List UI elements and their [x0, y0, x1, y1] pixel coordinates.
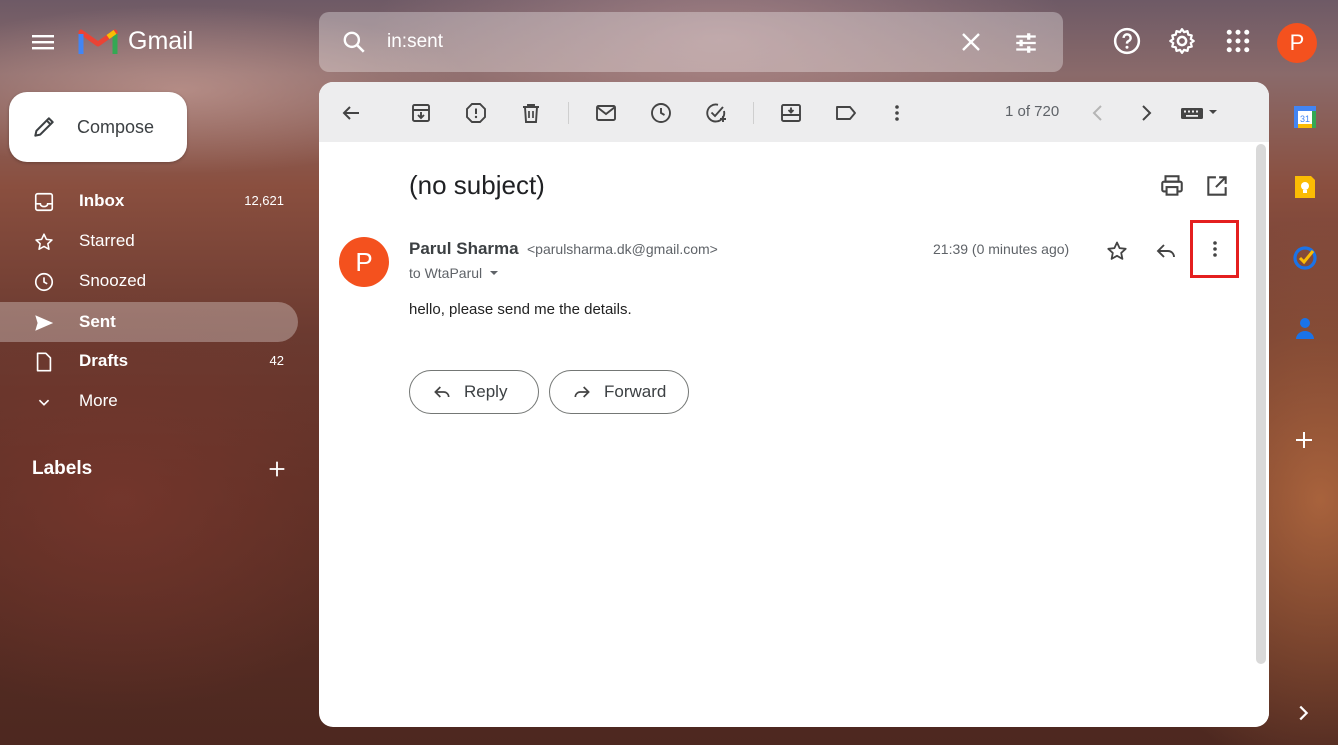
highlight-box: [1190, 220, 1239, 278]
help-button[interactable]: [1112, 26, 1142, 56]
inbox-icon: [34, 192, 54, 212]
nav-item-snoozed[interactable]: Snoozed: [0, 261, 298, 301]
contacts-app-button[interactable]: [1292, 315, 1318, 341]
chevron-right-icon[interactable]: [1134, 101, 1158, 125]
nav-label: Inbox: [79, 191, 125, 210]
calendar-app-button[interactable]: 31: [1292, 104, 1318, 130]
reply-arrow-icon: [434, 386, 450, 398]
nav-item-drafts[interactable]: Drafts 42: [0, 341, 298, 381]
plus-icon: [269, 461, 285, 477]
message-body: hello, please send me the details.: [409, 301, 632, 318]
toolbar-divider: [568, 102, 569, 124]
nav-label: Starred: [79, 231, 135, 250]
tasks-app-button[interactable]: [1292, 245, 1318, 271]
app-name: Gmail: [128, 26, 194, 55]
sender-email: <parulsharma.dk@gmail.com>: [527, 241, 718, 257]
gear-icon: [1169, 28, 1195, 54]
report-spam-icon[interactable]: [464, 101, 488, 125]
message-toolbar: 1 of 720: [319, 82, 1269, 142]
plus-icon: [1296, 432, 1312, 448]
settings-button[interactable]: [1167, 26, 1197, 56]
gmail-logo[interactable]: Gmail: [78, 26, 193, 56]
more-vertical-icon[interactable]: [885, 101, 909, 125]
delete-icon[interactable]: [519, 101, 543, 125]
draft-icon: [36, 352, 52, 372]
keep-icon: [1295, 176, 1315, 198]
send-icon: [35, 315, 54, 331]
forward-arrow-icon: [574, 386, 590, 398]
reply-label: Reply: [464, 382, 508, 401]
add-label-button[interactable]: [266, 458, 288, 480]
menu-icon: [32, 35, 54, 50]
sender-name[interactable]: Parul Sharma: [409, 239, 519, 259]
message-subject: (no subject): [409, 170, 545, 200]
nav-count: 12,621: [244, 193, 284, 208]
nav-item-more[interactable]: More: [0, 381, 298, 421]
clock-icon: [34, 272, 54, 292]
labels-heading: Labels: [32, 458, 93, 479]
apps-button[interactable]: [1223, 26, 1253, 56]
archive-icon[interactable]: [409, 101, 433, 125]
get-addons-button[interactable]: [1292, 428, 1318, 454]
nav-item-inbox[interactable]: Inbox 12,621: [0, 181, 298, 221]
caret-down-icon[interactable]: [488, 267, 500, 279]
svg-text:31: 31: [1300, 114, 1310, 124]
add-to-tasks-icon[interactable]: [704, 101, 728, 125]
gmail-m-icon: [78, 29, 118, 54]
chevron-left-icon[interactable]: [1086, 101, 1110, 125]
nav-count: 42: [269, 353, 284, 368]
chevron-down-icon: [38, 399, 50, 406]
snooze-clock-icon[interactable]: [649, 101, 673, 125]
calendar-icon: 31: [1294, 106, 1316, 128]
nav-label: Sent: [79, 312, 116, 331]
forward-button[interactable]: Forward: [549, 370, 689, 414]
tasks-icon: [1293, 246, 1317, 270]
main-menu-button[interactable]: [28, 28, 60, 56]
back-arrow-icon[interactable]: [339, 101, 363, 125]
open-in-new-window-icon[interactable]: [1204, 173, 1230, 199]
search-input[interactable]: [387, 31, 907, 53]
star-icon: [35, 233, 53, 251]
recipient-details[interactable]: to WtaParul: [409, 265, 500, 281]
show-side-panel-button[interactable]: [1292, 702, 1318, 728]
contacts-icon: [1296, 318, 1314, 339]
keyboard-icon[interactable]: [1179, 101, 1219, 125]
account-avatar[interactable]: P: [1277, 23, 1317, 63]
mark-unread-icon[interactable]: [594, 101, 618, 125]
pagination-count: 1 of 720: [1005, 103, 1060, 120]
star-message-icon[interactable]: [1105, 239, 1129, 263]
keep-app-button[interactable]: [1292, 174, 1318, 200]
recipient-label: to WtaParul: [409, 265, 483, 281]
print-icon[interactable]: [1159, 173, 1185, 199]
nav-label: Snoozed: [79, 271, 147, 290]
nav-label: More: [79, 391, 118, 410]
search-bar[interactable]: [319, 12, 1063, 72]
nav-item-starred[interactable]: Starred: [0, 221, 298, 261]
label-tag-icon[interactable]: [834, 101, 858, 125]
apps-grid-icon: [1226, 29, 1250, 53]
sender-avatar[interactable]: P: [339, 237, 389, 287]
close-icon[interactable]: [959, 30, 983, 54]
move-to-icon[interactable]: [779, 101, 803, 125]
chevron-right-icon: [1299, 705, 1309, 721]
forward-label: Forward: [604, 382, 667, 401]
search-options-icon[interactable]: [1013, 30, 1039, 56]
help-icon: [1113, 27, 1141, 55]
pencil-icon: [34, 117, 54, 137]
reply-icon[interactable]: [1154, 239, 1178, 263]
nav-label: Drafts: [79, 351, 129, 370]
search-icon[interactable]: [341, 29, 367, 55]
nav-item-sent[interactable]: Sent: [0, 302, 298, 342]
compose-button[interactable]: Compose: [9, 92, 187, 162]
scrollbar-thumb[interactable]: [1256, 144, 1266, 664]
compose-label: Compose: [77, 116, 155, 137]
message-panel: 1 of 720 (no subject) P Parul Sharma <pa…: [319, 82, 1269, 727]
message-timestamp: 21:39 (0 minutes ago): [933, 241, 1070, 257]
toolbar-divider: [753, 102, 754, 124]
reply-button[interactable]: Reply: [409, 370, 539, 414]
